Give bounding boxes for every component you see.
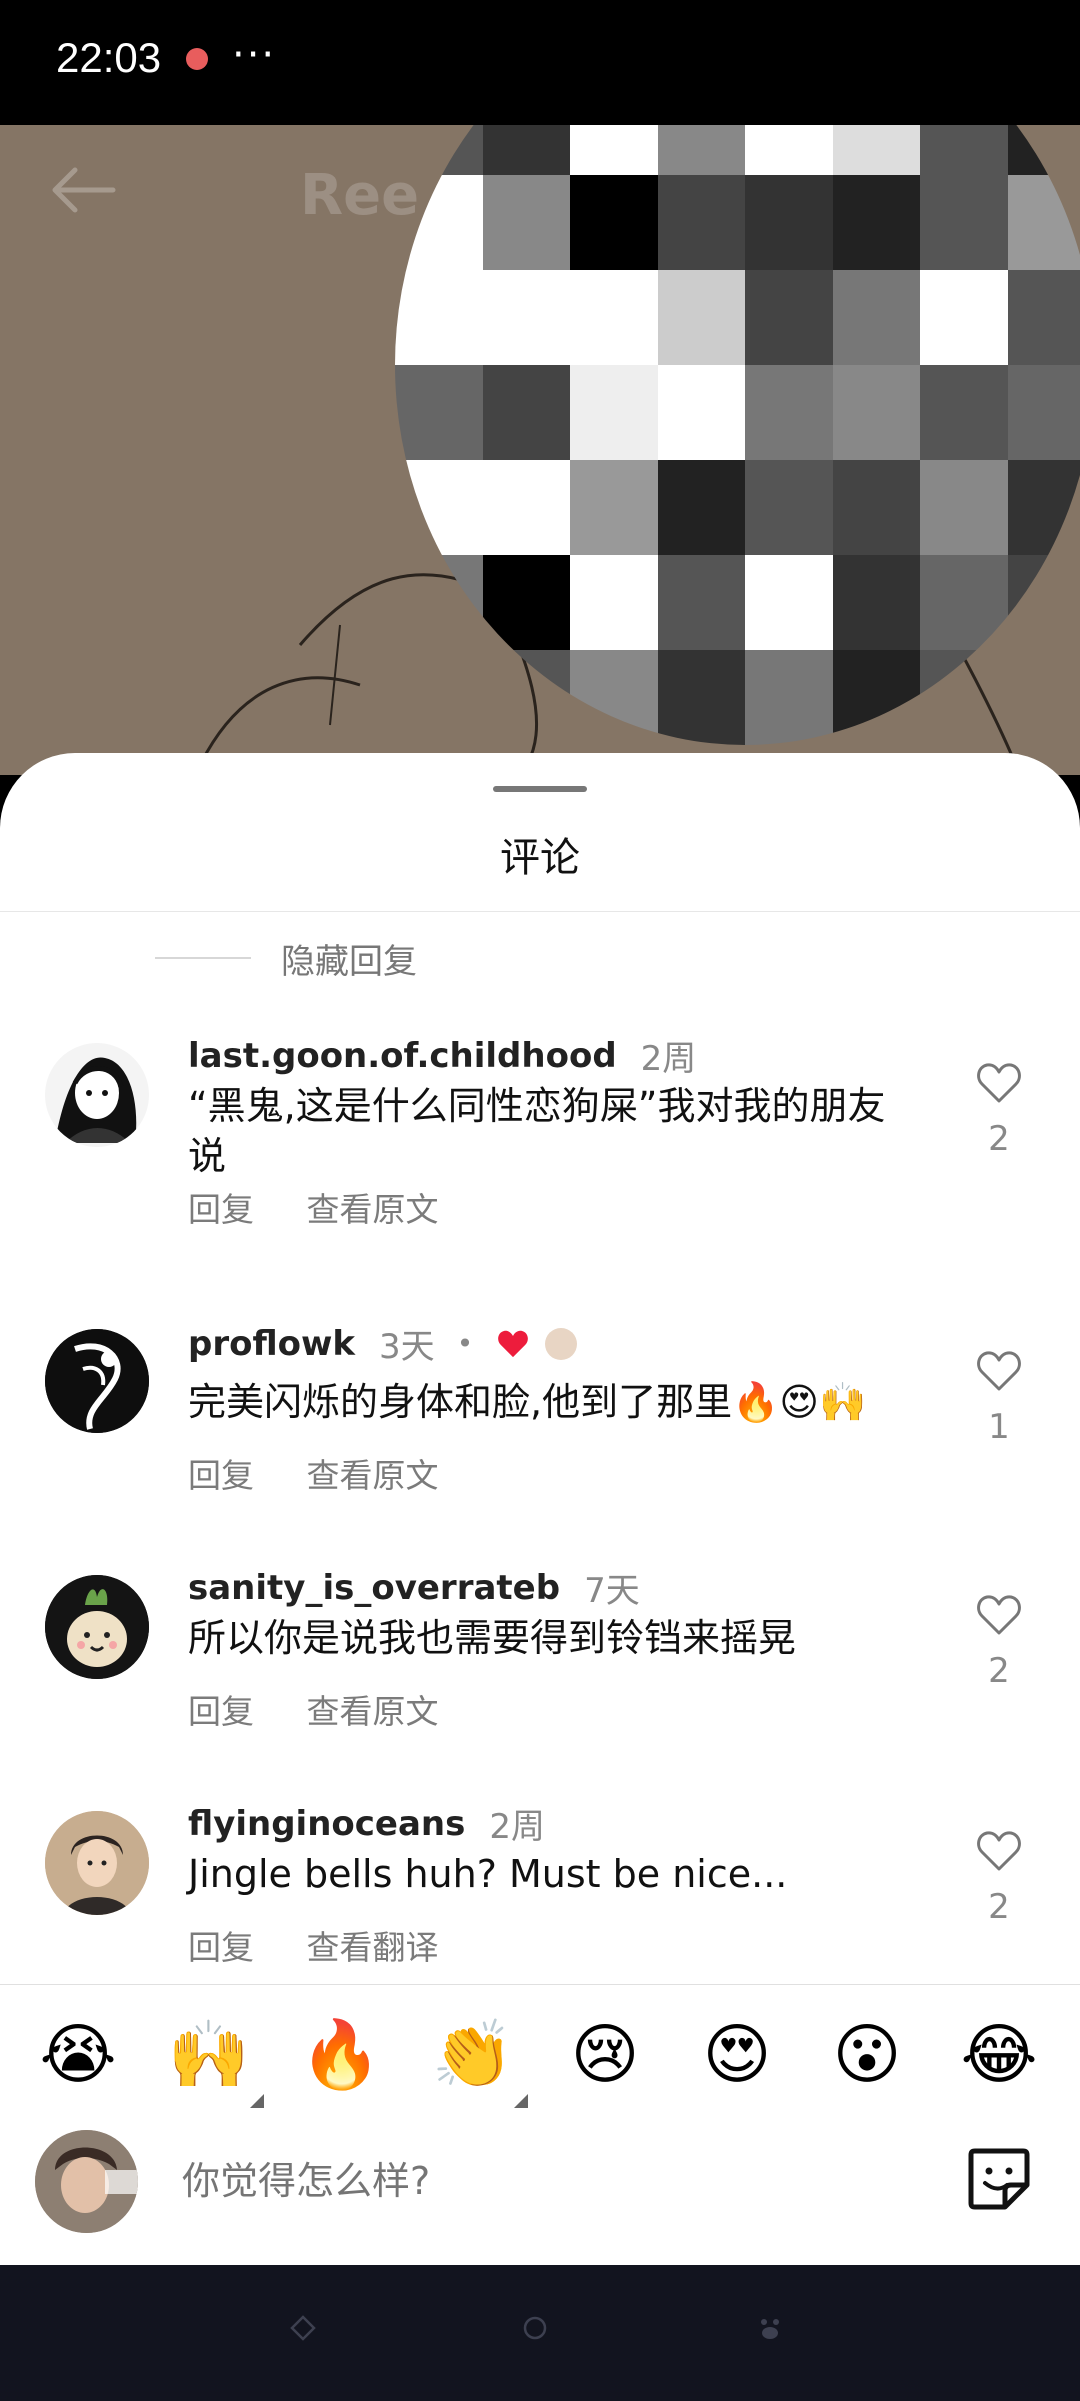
skin-tone-indicator-icon	[514, 2094, 528, 2108]
emoji-clapping-glyph: 👏	[431, 2016, 515, 2093]
see-original-button[interactable]: 查看原文	[307, 1456, 439, 1495]
heart-icon	[977, 1063, 1021, 1103]
comment-username[interactable]: sanity_is_overrateb	[188, 1568, 560, 1608]
emoji-fire[interactable]: 🔥	[296, 2010, 386, 2100]
comment-age: 3天	[379, 1327, 435, 1367]
see-original-button[interactable]: 查看原文	[307, 1190, 439, 1229]
avatar[interactable]	[45, 1575, 149, 1679]
heart-icon	[977, 1351, 1021, 1391]
sticker-icon[interactable]	[965, 2145, 1033, 2213]
back-arrow-icon[interactable]	[45, 160, 120, 220]
comment-age: 2周	[489, 1807, 546, 1847]
drag-handle[interactable]	[493, 786, 587, 792]
comment-input[interactable]	[180, 2150, 884, 2212]
skin-tone-indicator-icon	[250, 2094, 264, 2108]
avatar[interactable]	[45, 1811, 149, 1915]
comment-text: “黑鬼,这是什么同性恋狗屎”我对我的朋友说	[188, 1084, 886, 1178]
like-button[interactable]: 2	[972, 1061, 1026, 1159]
my-avatar	[35, 2130, 138, 2233]
like-button[interactable]: 2	[972, 1593, 1026, 1691]
like-button[interactable]: 1	[972, 1349, 1026, 1447]
reply-button[interactable]: 回复	[188, 1692, 254, 1731]
status-time: 22:03	[56, 34, 162, 81]
heart-icon	[977, 1595, 1021, 1635]
notification-icon	[186, 48, 208, 70]
like-count: 1	[988, 1407, 1010, 1447]
comment-username[interactable]: last.goon.of.childhood	[188, 1036, 617, 1076]
emoji-tray: 😭 🙌 🔥 👏 😢 😍 😮 😂	[0, 2010, 1080, 2110]
emoji-joy[interactable]: 😂	[954, 2010, 1044, 2100]
reply-button[interactable]: 回复	[188, 1190, 254, 1229]
emoji-raising-hands[interactable]: 🙌	[164, 2010, 264, 2108]
reply-button[interactable]: 回复	[188, 1928, 254, 1967]
comment-age: 7天	[584, 1571, 640, 1611]
see-original-button[interactable]: 查看原文	[307, 1692, 439, 1731]
creator-liked-heart-icon	[498, 1330, 529, 1357]
emoji-loudly-crying[interactable]: 😭	[33, 2010, 123, 2100]
divider	[0, 1984, 1080, 1985]
divider	[155, 957, 251, 959]
reels-title: Ree	[300, 163, 420, 228]
avatar[interactable]	[45, 1329, 149, 1433]
like-count: 2	[988, 1651, 1010, 1691]
more-notifications-icon: ···	[232, 32, 277, 78]
comment-text: 所以你是说我也需要得到铃铛来摇晃	[188, 1616, 797, 1660]
nav-home-icon[interactable]	[520, 2313, 550, 2343]
emoji-heart-eyes[interactable]: 😍	[692, 2010, 782, 2100]
emoji-raising-hands-glyph: 🙌	[167, 2016, 251, 2093]
comment-username[interactable]: proflowk	[188, 1324, 355, 1364]
like-count: 2	[988, 1119, 1010, 1159]
sheet-title: 评论	[500, 835, 580, 881]
comment-age: 2周	[640, 1039, 697, 1079]
reply-button[interactable]: 回复	[188, 1456, 254, 1495]
divider	[0, 911, 1080, 912]
emoji-crying[interactable]: 😢	[560, 2010, 650, 2100]
heart-icon	[977, 1831, 1021, 1871]
comment-username[interactable]: flyinginoceans	[188, 1804, 465, 1844]
like-count: 2	[988, 1887, 1010, 1927]
nav-recents-icon[interactable]	[755, 2313, 785, 2343]
system-nav-bar	[0, 2265, 1080, 2401]
status-bar: 22:03 ···	[0, 0, 1080, 125]
creator-avatar-icon	[545, 1327, 578, 1360]
emoji-clapping[interactable]: 👏	[428, 2010, 528, 2108]
emoji-surprised[interactable]: 😮	[822, 2010, 912, 2100]
like-button[interactable]: 2	[972, 1829, 1026, 1927]
comment-text: Jingle bells huh? Must be nice...	[188, 1852, 788, 1896]
hide-replies-label: 隐藏回复	[281, 941, 417, 982]
comment-text: 完美闪烁的身体和脸,他到了那里🔥😍🙌	[188, 1380, 867, 1424]
avatar[interactable]	[45, 1043, 149, 1147]
separator-dot: •	[456, 1327, 474, 1360]
see-translation-button[interactable]: 查看翻译	[307, 1928, 439, 1967]
hide-replies-button[interactable]: 隐藏回复	[155, 928, 417, 988]
reel-video[interactable]: Ree	[0, 125, 1080, 775]
nav-back-icon[interactable]	[288, 2313, 318, 2343]
